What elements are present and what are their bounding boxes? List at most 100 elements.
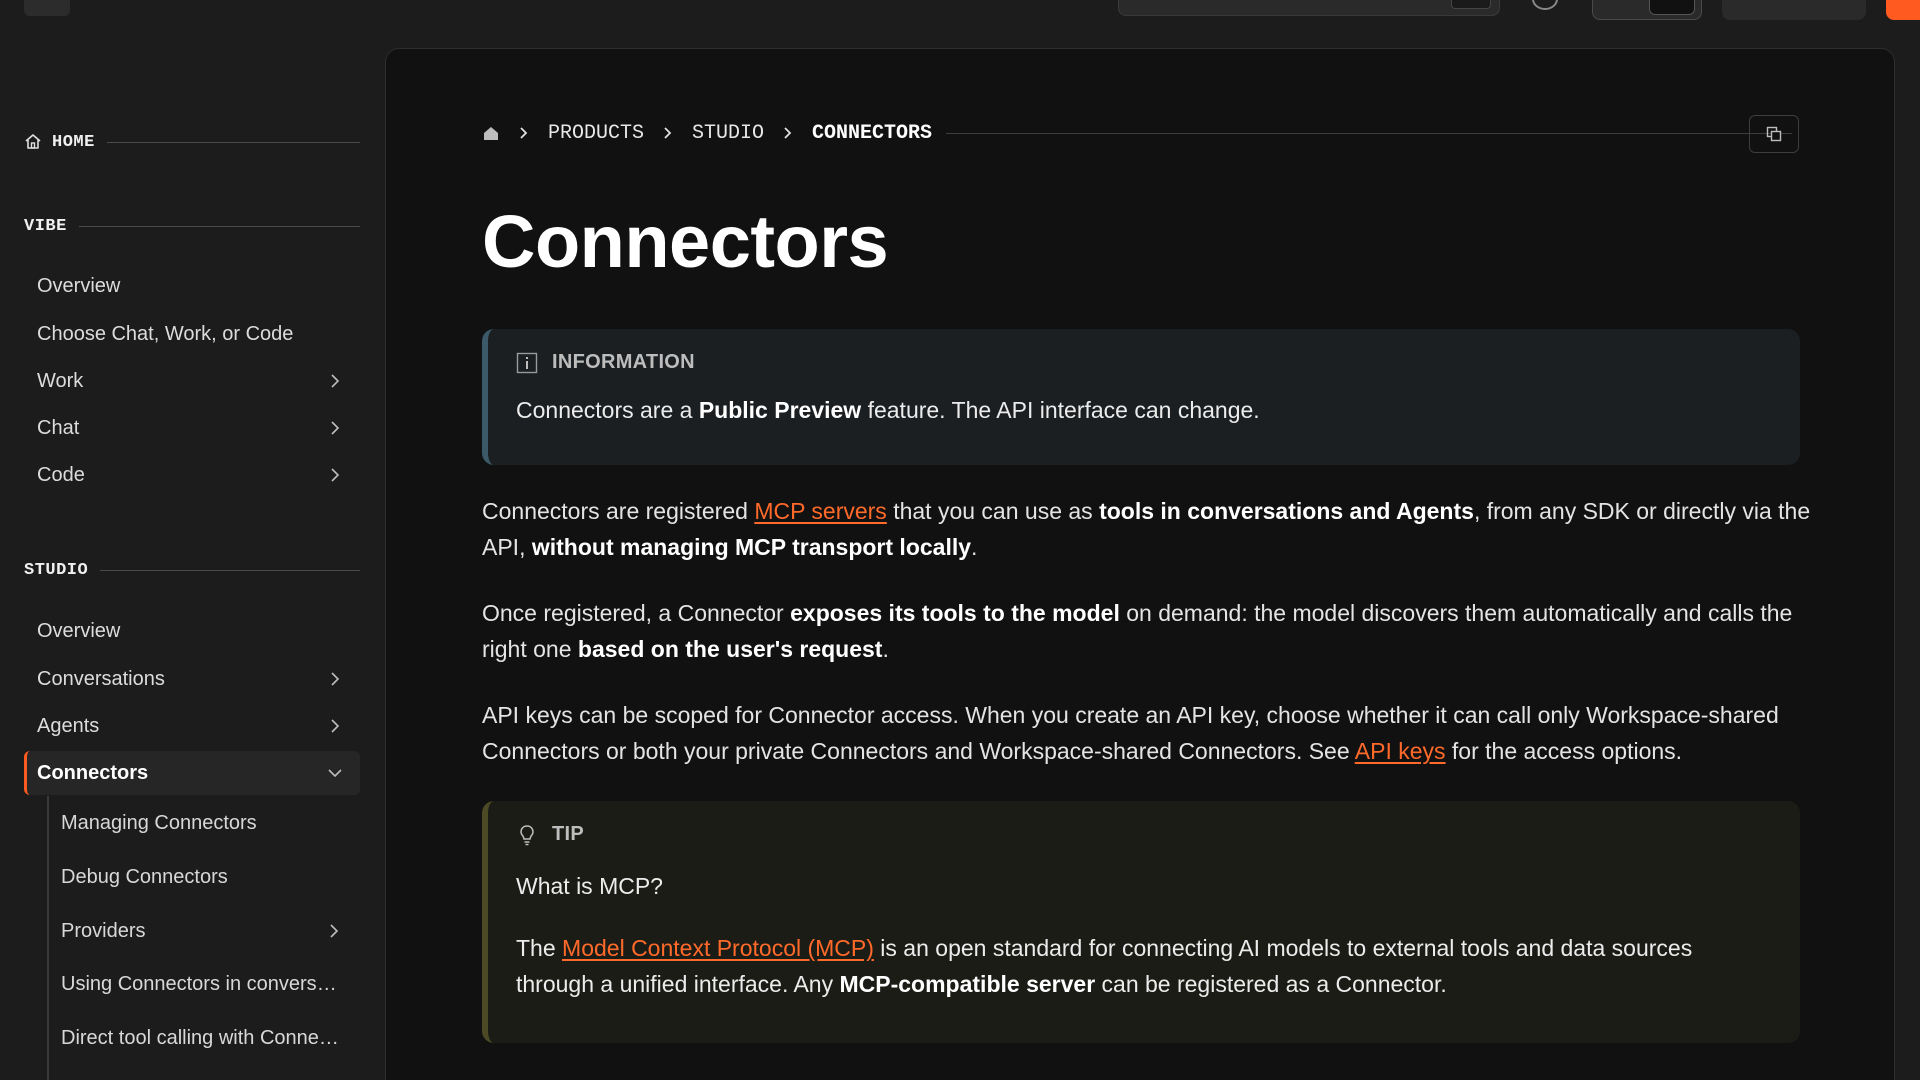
- chevron-right-icon: [664, 127, 672, 139]
- section-studio-heading: STUDIO: [24, 558, 360, 582]
- top-bar: [0, 0, 1920, 30]
- bold-text: exposes its tools to the model: [790, 600, 1120, 626]
- api-keys-paragraph: API keys can be scoped for Connector acc…: [482, 697, 1812, 769]
- text: .: [971, 534, 978, 560]
- sidebar-item-label: Managing Connectors: [61, 811, 257, 834]
- sidebar-item-label: Chat: [37, 416, 80, 439]
- section-label: STUDIO: [24, 560, 89, 580]
- sidebar-subitem-direct-tool-calling[interactable]: Direct tool calling with Connectors: [61, 1016, 361, 1060]
- page-title: Connectors: [482, 200, 889, 283]
- mcp-servers-link[interactable]: MCP servers: [754, 498, 887, 524]
- bold-text: Public Preview: [698, 397, 862, 423]
- chevron-right-icon[interactable]: [326, 419, 344, 437]
- info-icon: [516, 352, 538, 373]
- divider: [78, 225, 360, 227]
- submenu-rail: [47, 796, 49, 1080]
- breadcrumb: PRODUCTS STUDIO CONNECTORS: [482, 115, 1792, 151]
- sidebar-item-label: Overview: [37, 274, 121, 297]
- sidebar-subitem-providers[interactable]: Providers: [61, 909, 361, 953]
- api-keys-link[interactable]: API keys: [1355, 738, 1446, 764]
- divider: [946, 132, 1792, 134]
- menu-button[interactable]: [24, 0, 70, 16]
- section-label: VIBE: [24, 216, 67, 236]
- breadcrumb-products[interactable]: PRODUCTS: [548, 122, 644, 145]
- sidebar-item-label: Direct tool calling with Connectors: [61, 1026, 345, 1049]
- text: can be registered as a Connector.: [1095, 971, 1447, 997]
- sidebar-item-studio-overview[interactable]: Overview: [24, 609, 360, 653]
- home-icon: [25, 134, 41, 149]
- bold-text: MCP-compatible server: [839, 971, 1096, 997]
- search-shortcut-badge: [1451, 0, 1491, 9]
- sidebar-item-code[interactable]: Code: [24, 453, 360, 497]
- text: Connectors are a: [516, 397, 699, 423]
- callout-text: Connectors are a Public Preview feature.…: [516, 392, 1772, 428]
- sidebar-subitem-using-connectors[interactable]: Using Connectors in conversations: [61, 962, 361, 1006]
- divider: [106, 141, 360, 143]
- sidebar-item-label: Agents: [37, 714, 100, 737]
- sidebar-subitem-debug-connectors[interactable]: Debug Connectors: [61, 855, 361, 899]
- sidebar-item-work[interactable]: Work: [24, 359, 360, 403]
- callout-header: INFORMATION: [516, 351, 1772, 374]
- sidebar-item-label: Work: [37, 369, 84, 392]
- text: for the access options.: [1445, 738, 1683, 764]
- sidebar-subitem-managing-connectors[interactable]: Managing Connectors: [61, 801, 361, 845]
- sidebar-item-agents[interactable]: Agents: [24, 704, 360, 748]
- theme-toggle[interactable]: [1592, 0, 1702, 20]
- sidebar-item-label: Conversations: [37, 667, 165, 690]
- sidebar-home-label: HOME: [52, 132, 95, 152]
- sidebar-item-choose-chat-work-code[interactable]: Choose Chat, Work, or Code: [24, 312, 360, 356]
- copy-page-button[interactable]: [1749, 115, 1799, 153]
- breadcrumb-current: CONNECTORS: [812, 121, 933, 145]
- sidebar-home-link[interactable]: HOME: [24, 130, 360, 154]
- sidebar-item-label: Overview: [37, 619, 121, 642]
- text: Connectors are registered: [482, 498, 755, 524]
- lightbulb-icon: [520, 824, 534, 845]
- sidebar-item-conversations[interactable]: Conversations: [24, 657, 360, 701]
- tip-body: The Model Context Protocol (MCP) is an o…: [516, 930, 1772, 1002]
- registration-paragraph: Once registered, a Connector exposes its…: [482, 595, 1812, 667]
- callout-heading: INFORMATION: [552, 351, 695, 373]
- text: The: [516, 935, 563, 961]
- theme-toggle-active[interactable]: [1649, 0, 1695, 15]
- chevron-down-icon[interactable]: [326, 764, 344, 782]
- text: feature. The API interface can change.: [861, 397, 1260, 423]
- text: .: [882, 636, 889, 662]
- breadcrumb-studio[interactable]: STUDIO: [692, 122, 764, 145]
- chevron-right-icon[interactable]: [325, 922, 343, 940]
- callout-heading: TIP: [552, 823, 585, 845]
- home-icon[interactable]: [482, 124, 500, 142]
- sidebar-item-connectors[interactable]: Connectors: [24, 751, 360, 795]
- sidebar-item-label: Connectors: [37, 761, 149, 784]
- chevron-right-icon: [520, 127, 528, 139]
- bold-text: based on the user's request: [577, 636, 883, 662]
- section-vibe-heading: VIBE: [24, 214, 360, 238]
- chevron-right-icon[interactable]: [326, 670, 344, 688]
- sidebar-item-label: Providers: [61, 919, 146, 942]
- chevron-right-icon[interactable]: [326, 717, 344, 735]
- divider: [100, 569, 360, 571]
- top-action-button[interactable]: [1722, 0, 1866, 20]
- sidebar-item-label: Choose Chat, Work, or Code: [37, 322, 294, 345]
- info-callout: INFORMATION Connectors are a Public Prev…: [482, 329, 1800, 465]
- primary-cta-button[interactable]: [1886, 0, 1920, 20]
- chevron-right-icon[interactable]: [326, 466, 344, 484]
- sidebar-item-label: Code: [37, 463, 85, 486]
- copy-icon: [1766, 126, 1782, 142]
- bold-text: without managing MCP transport locally: [531, 534, 972, 560]
- tip-question: What is MCP?: [516, 873, 663, 899]
- main-content: PRODUCTS STUDIO CONNECTORS Connectors IN…: [385, 48, 1895, 1080]
- sidebar-item-vibe-overview[interactable]: Overview: [24, 264, 360, 308]
- sidebar-item-label: Using Connectors in conversations: [61, 972, 345, 995]
- callout-header: TIP: [516, 823, 1772, 846]
- globe-icon[interactable]: [1532, 0, 1558, 10]
- text: Once registered, a Connector: [482, 600, 791, 626]
- text: that you can use as: [886, 498, 1100, 524]
- tip-callout: TIP What is MCP? The Model Context Proto…: [482, 801, 1800, 1043]
- bold-text: tools in conversations and Agents: [1099, 498, 1474, 524]
- sidebar-item-label: Debug Connectors: [61, 865, 228, 888]
- mcp-protocol-link[interactable]: Model Context Protocol (MCP): [562, 935, 874, 961]
- chevron-right-icon[interactable]: [326, 372, 344, 390]
- intro-paragraph: Connectors are registered MCP servers th…: [482, 493, 1812, 565]
- sidebar-item-chat[interactable]: Chat: [24, 406, 360, 450]
- search-input[interactable]: [1118, 0, 1500, 16]
